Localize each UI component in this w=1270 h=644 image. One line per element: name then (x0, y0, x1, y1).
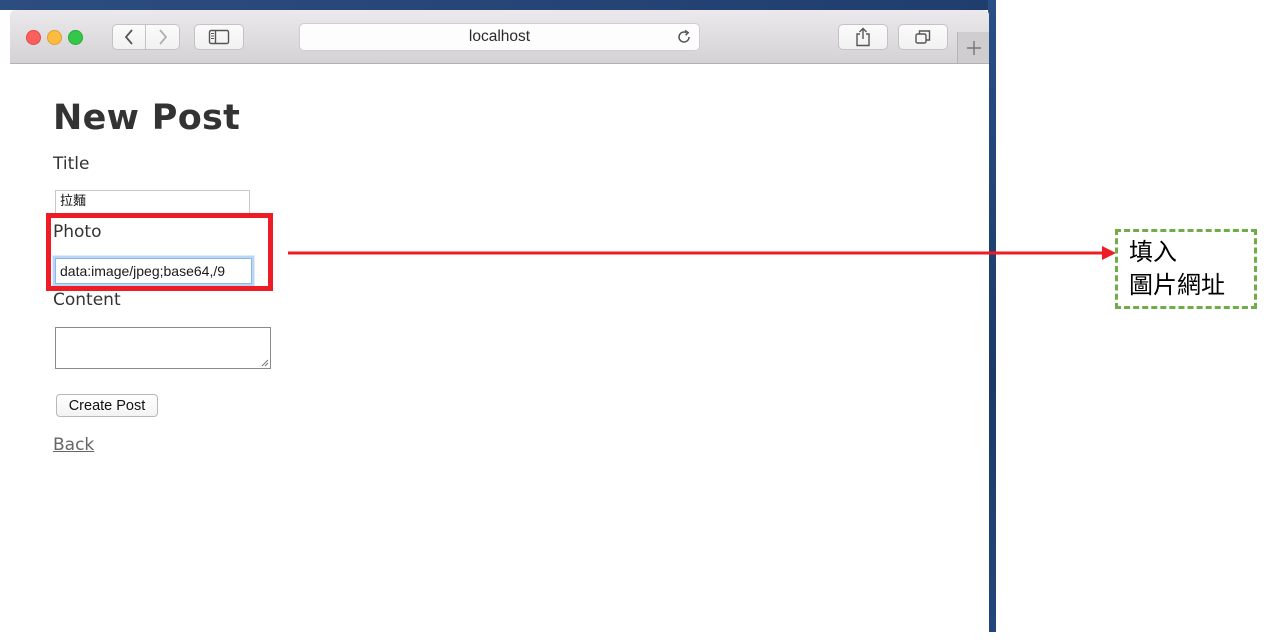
content-label: Content (53, 290, 121, 310)
reload-icon[interactable] (676, 29, 692, 45)
callout-line-1: 填入 (1129, 238, 1177, 266)
zoom-window-button[interactable] (68, 30, 83, 45)
new-tab-button[interactable] (957, 32, 989, 63)
share-button[interactable] (838, 24, 888, 50)
browser-window: localhost New Post Title 拉麵 Photo data:i… (10, 10, 989, 632)
arrow-icon (288, 246, 1116, 260)
title-label: Title (53, 154, 90, 174)
address-text: localhost (468, 28, 531, 45)
tabs-overview-icon (915, 30, 931, 44)
resize-grip-icon[interactable] (260, 358, 269, 367)
back-link[interactable]: Back (53, 435, 94, 455)
browser-toolbar: localhost (10, 10, 989, 64)
title-input[interactable]: 拉麵 (55, 190, 250, 214)
chevron-left-icon (124, 29, 133, 45)
minimize-window-button[interactable] (47, 30, 62, 45)
desktop-background-top (0, 0, 996, 10)
page-title: New Post (53, 98, 241, 138)
photo-field-highlight (46, 213, 273, 291)
callout-line-2: 圖片網址 (1129, 271, 1225, 299)
share-icon (856, 27, 870, 47)
create-post-button[interactable]: Create Post (56, 394, 158, 417)
address-bar[interactable]: localhost (299, 23, 700, 51)
desktop-background (988, 0, 996, 632)
content-textarea[interactable] (55, 327, 271, 369)
annotation-callout: 填入 圖片網址 (1115, 229, 1257, 309)
chevron-right-icon (158, 29, 167, 45)
show-sidebar-button[interactable] (194, 24, 244, 50)
show-all-tabs-button[interactable] (898, 24, 948, 50)
back-button[interactable] (112, 24, 146, 50)
close-window-button[interactable] (26, 30, 41, 45)
page-content: New Post Title 拉麵 Photo data:image/jpeg;… (10, 64, 989, 632)
forward-button[interactable] (146, 24, 180, 50)
sidebar-icon (208, 29, 230, 45)
plus-icon (966, 40, 981, 55)
